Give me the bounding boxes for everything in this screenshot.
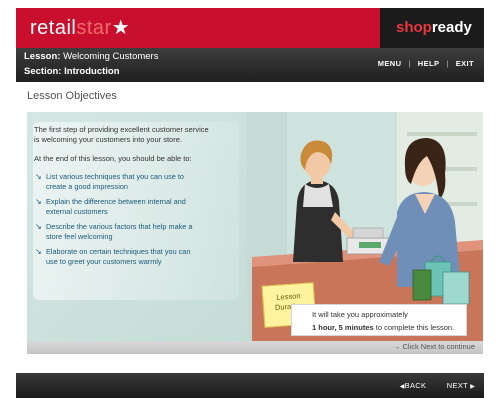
objective-line: store feel welcoming — [46, 231, 113, 241]
bottom-nav-bar: ◀BACK NEXT ▶ — [16, 373, 484, 398]
intro-text: The first step of providing excellent cu… — [34, 125, 244, 145]
retailstar-logo: retailstar★ — [30, 15, 130, 40]
objective-item: ↘ Explain the difference between interna… — [35, 197, 225, 216]
top-header: retailstar★ shopready — [16, 8, 484, 48]
objective-item: ↘ List various techniques that you can u… — [35, 172, 225, 191]
objective-line: create a good impression — [46, 181, 128, 191]
next-label: NEXT — [446, 381, 468, 390]
objective-line: Elaborate on certain techniques that you… — [46, 247, 191, 256]
duration-text-line2: 1 hour, 5 minutes to complete this lesso… — [312, 323, 454, 332]
continue-strip: → Click Next to continue — [27, 341, 483, 354]
lesson-duration-box: It will take you approximately 1 hour, 5… — [291, 304, 467, 336]
section-label: Section: — [24, 66, 62, 77]
back-button[interactable]: ◀BACK — [393, 377, 433, 394]
help-link[interactable]: HELP — [418, 59, 440, 68]
lesson-label: Lesson: — [24, 51, 61, 62]
objective-item: ↘ Describe the various factors that help… — [35, 222, 225, 241]
objective-line: List various techniques that you can use… — [46, 172, 184, 181]
nav-separator: | — [408, 59, 411, 68]
lesson-content-panel: The first step of providing excellent cu… — [27, 112, 483, 354]
duration-tail: to complete this lesson. — [373, 323, 455, 332]
next-arrow-icon: ▶ — [470, 384, 476, 390]
page-title: Lesson Objectives — [27, 90, 117, 102]
nav-separator: | — [446, 59, 449, 68]
intro-line: The first step of providing excellent cu… — [34, 125, 209, 134]
brand-shop-text: shop — [396, 19, 432, 36]
logo-accent-text: star — [76, 17, 112, 39]
menu-link[interactable]: MENU — [378, 59, 402, 68]
arrow-icon: ↘ — [35, 222, 42, 231]
brand-ready-text: ready — [431, 19, 472, 36]
duration-text-line1: It will take you approximately — [312, 310, 408, 319]
continue-hint: → Click Next to continue — [392, 342, 475, 351]
duration-value: 1 hour, 5 minutes — [312, 323, 374, 332]
shopready-logo: shopready — [396, 19, 472, 36]
objectives-lead-in: At the end of this lesson, you should be… — [34, 154, 192, 163]
shopready-brand-box: shopready — [380, 8, 484, 48]
next-button[interactable]: NEXT ▶ — [441, 377, 481, 394]
objective-line: external customers — [46, 206, 108, 216]
lesson-line: Lesson: Welcoming Customers — [24, 51, 158, 62]
logo-main-text: retail — [30, 17, 77, 39]
exit-link[interactable]: EXIT — [456, 59, 474, 68]
arrow-icon: ↘ — [35, 197, 42, 206]
logo-star-icon: ★ — [111, 17, 131, 39]
arrow-icon: ↘ — [35, 247, 42, 256]
intro-line: is welcoming your customers into your st… — [34, 135, 182, 144]
section-line: Section: Introduction — [24, 66, 120, 77]
objective-line: use to greet your customers warmly — [46, 256, 162, 266]
objective-line: Describe the various factors that help m… — [46, 222, 193, 231]
objective-line: Explain the difference between internal … — [46, 197, 186, 206]
back-label: BACK — [404, 381, 427, 390]
objectives-list: ↘ List various techniques that you can u… — [35, 172, 225, 272]
section-name: Introduction — [64, 66, 120, 77]
lesson-name: Welcoming Customers — [63, 51, 159, 62]
arrow-icon: ↘ — [35, 172, 42, 181]
lesson-info-bar: Lesson: Welcoming Customers Section: Int… — [16, 48, 484, 82]
top-nav: MENU | HELP | EXIT — [378, 59, 474, 68]
objective-item: ↘ Elaborate on certain techniques that y… — [35, 247, 225, 266]
